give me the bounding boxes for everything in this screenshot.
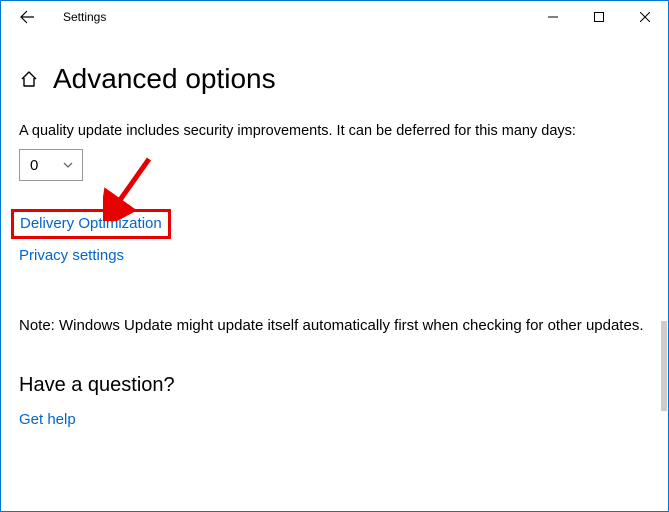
titlebar: Settings (1, 1, 668, 33)
maximize-icon (594, 12, 604, 22)
update-note: Note: Windows Update might update itself… (19, 317, 650, 334)
delivery-optimization-link[interactable]: Delivery Optimization (20, 215, 162, 232)
defer-days-value: 0 (30, 157, 38, 174)
defer-days-select[interactable]: 0 (19, 149, 83, 181)
links-section: Delivery Optimization Privacy settings (19, 209, 650, 265)
window-title: Settings (63, 10, 106, 24)
page-title: Advanced options (53, 63, 276, 95)
page-header: Advanced options (19, 63, 650, 95)
close-icon (640, 12, 650, 22)
back-button[interactable] (11, 1, 43, 33)
chevron-down-icon (62, 159, 74, 171)
close-button[interactable] (622, 1, 668, 33)
home-icon[interactable] (19, 69, 39, 89)
get-help-link[interactable]: Get help (19, 411, 76, 428)
content-area: Advanced options A quality update includ… (1, 33, 668, 429)
back-arrow-icon (19, 9, 35, 25)
help-heading: Have a question? (19, 374, 650, 397)
window-controls (530, 1, 668, 33)
quality-update-description: A quality update includes security impro… (19, 123, 650, 139)
scrollbar-thumb[interactable] (661, 321, 667, 411)
minimize-button[interactable] (530, 1, 576, 33)
minimize-icon (548, 12, 558, 22)
privacy-settings-link[interactable]: Privacy settings (19, 247, 124, 264)
annotation-highlight: Delivery Optimization (11, 209, 171, 239)
maximize-button[interactable] (576, 1, 622, 33)
